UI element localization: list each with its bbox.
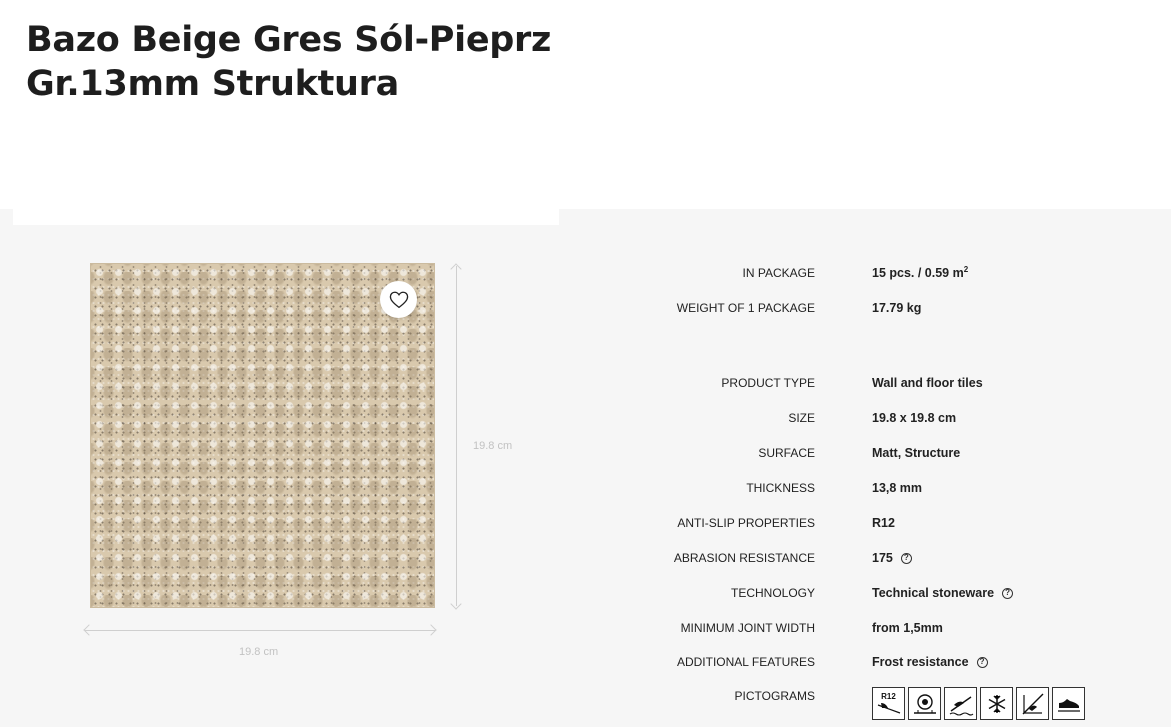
help-icon[interactable]: ? [1002,587,1014,599]
r12-text: R12 [881,692,896,701]
width-dimension-line [85,630,435,631]
spec-label: SIZE [788,411,815,425]
spec-label: PICTOGRAMS [734,689,815,703]
shoe-icon[interactable] [1052,687,1085,720]
spec-label: ADDITIONAL FEATURES [676,655,815,669]
spec-value: Wall and floor tiles [872,376,983,390]
heart-icon [389,291,408,308]
height-label: 19.8 cm [473,440,513,452]
abrasion-value: 175 [872,551,893,565]
spec-label: SURFACE [758,446,815,460]
spec-value: 13,8 mm [872,481,923,495]
image-header-strip [13,209,559,225]
spec-joint-width: MINIMUM JOINT WIDTH from 1,5mm [600,621,1160,641]
spec-value: 175 ? [872,551,912,565]
spec-weight: WEIGHT OF 1 PACKAGE 17.79 kg [600,301,1160,321]
foot-slope-icon [877,703,900,714]
spec-abrasion: ABRASION RESISTANCE 175 ? [600,551,1160,571]
spec-label: PRODUCT TYPE [721,376,815,390]
features-value: Frost resistance [872,655,969,669]
width-label: 19.8 cm [239,646,279,658]
spec-anti-slip: ANTI-SLIP PROPERTIES R12 [600,516,1160,536]
spec-value: 19.8 x 19.8 cm [872,411,957,425]
favorite-button[interactable] [380,281,417,318]
frost-icon[interactable] [980,687,1013,720]
package-quantity: 15 pcs. / 0.59 m [872,266,964,280]
spec-technology: TECHNOLOGY Technical stoneware ? [600,586,1160,606]
spec-value: Matt, Structure [872,446,961,460]
spec-additional-features: ADDITIONAL FEATURES Frost resistance ? [600,655,1160,675]
spec-size: SIZE 19.8 x 19.8 cm [600,411,1160,431]
abrasion-icon[interactable] [908,687,941,720]
spec-label: MINIMUM JOINT WIDTH [680,621,815,635]
no-slip-icon[interactable] [1016,687,1049,720]
r12-antislip-icon[interactable]: R12 [872,687,905,720]
spec-label: TECHNOLOGY [730,586,815,600]
technology-value: Technical stoneware [872,586,995,600]
page-title: Bazo Beige Gres Sól-Pieprz Gr.13mm Struk… [26,20,552,104]
spec-value: R12 [872,516,895,530]
unit-superscript: 2 [963,264,969,274]
spec-value: Technical stoneware ? [872,586,1014,600]
pictogram-list: R12 [872,687,1085,720]
spec-label: THICKNESS [746,481,815,495]
spec-product-type: PRODUCT TYPE Wall and floor tiles [600,376,1160,396]
help-icon[interactable]: ? [900,552,912,564]
height-dimension-line [456,266,457,606]
help-icon[interactable]: ? [976,656,988,668]
spec-label: WEIGHT OF 1 PACKAGE [676,301,815,315]
spec-label: ANTI-SLIP PROPERTIES [677,516,815,530]
spec-thickness: THICKNESS 13,8 mm [600,481,1160,501]
product-tile-image[interactable] [90,263,435,608]
spec-value: 15 pcs. / 0.59 m2 [872,264,969,280]
spec-surface: SURFACE Matt, Structure [600,446,1160,466]
wet-floor-icon[interactable] [944,687,977,720]
spec-label: IN PACKAGE [742,266,815,280]
spec-value: Frost resistance ? [872,655,988,669]
spec-in-package: IN PACKAGE 15 pcs. / 0.59 m2 [600,264,1160,286]
spec-value: 17.79 kg [872,301,922,315]
spec-label: ABRASION RESISTANCE [673,551,815,565]
spec-value: from 1,5mm [872,621,943,635]
